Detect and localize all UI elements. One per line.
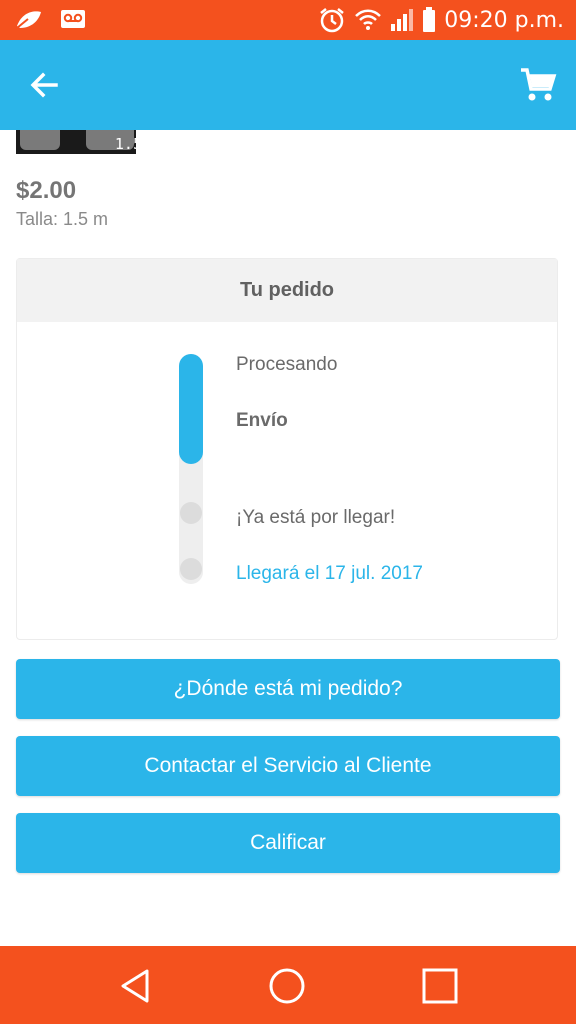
arrow-back-icon[interactable] bbox=[24, 65, 64, 105]
system-nav-bar bbox=[0, 946, 576, 1024]
leaf-notification-icon bbox=[16, 11, 41, 29]
wifi-icon bbox=[355, 9, 382, 30]
progress-dot-arriving bbox=[180, 502, 202, 524]
progress-dot-estimate bbox=[180, 558, 202, 580]
step-arriving: ¡Ya está por llegar! bbox=[236, 507, 396, 528]
order-card-title: Tu pedido bbox=[17, 259, 557, 322]
progress-track bbox=[179, 354, 203, 584]
product-image: 1.5 bbox=[16, 130, 136, 154]
contact-customer-service-button[interactable]: Contactar el Servicio al Cliente bbox=[16, 736, 560, 796]
alarm-icon bbox=[320, 8, 344, 33]
order-card: Tu pedido Procesando Envío ¡Ya está por … bbox=[16, 258, 558, 640]
where-is-my-order-button[interactable]: ¿Dónde está mi pedido? bbox=[16, 659, 560, 719]
square-recents-icon[interactable] bbox=[420, 966, 460, 1006]
circle-home-icon[interactable] bbox=[267, 966, 307, 1006]
product-size: Talla: 1.5 m bbox=[16, 209, 109, 229]
voicemail-icon bbox=[61, 10, 85, 28]
status-time: 09:20 p.m. bbox=[444, 7, 564, 33]
step-processing: Procesando bbox=[236, 354, 338, 375]
triangle-back-icon[interactable] bbox=[115, 966, 155, 1006]
signal-icon bbox=[391, 9, 414, 31]
product-image-label: 1.5 bbox=[114, 135, 136, 153]
rate-button[interactable]: Calificar bbox=[16, 813, 560, 873]
app-bar bbox=[0, 40, 576, 130]
product-price: $2.00 bbox=[16, 177, 77, 204]
status-bar: 09:20 p.m. bbox=[0, 0, 576, 40]
progress-fill bbox=[179, 354, 203, 464]
battery-icon bbox=[423, 7, 436, 32]
shopping-cart-icon[interactable] bbox=[518, 65, 558, 105]
step-estimated-arrival: Llegará el 17 jul. 2017 bbox=[236, 563, 423, 584]
step-shipping: Envío bbox=[236, 410, 288, 431]
